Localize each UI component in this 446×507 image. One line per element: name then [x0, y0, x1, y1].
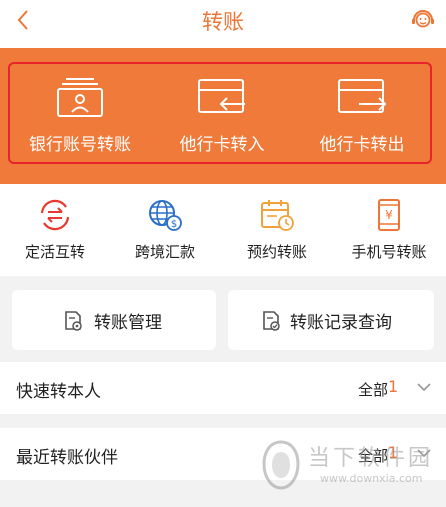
function-label: 定活互转: [24, 243, 85, 261]
phone-yen-icon: ¥: [378, 199, 400, 231]
account-card-icon: [57, 78, 103, 117]
scheduled-transfer-button[interactable]: 预约转账: [222, 184, 332, 276]
filter-label[interactable]: 全部: [358, 379, 388, 400]
card-transfer-out-icon: [338, 79, 387, 113]
banner-label: 银行账号转账: [29, 135, 131, 155]
svg-text:¥: ¥: [385, 208, 393, 222]
watermark: 当下软件园 www.downxia.com: [258, 438, 444, 494]
chevron-down-icon[interactable]: [416, 381, 432, 393]
fixed-current-exchange-button[interactable]: 定活互转: [0, 184, 110, 276]
count-badge: 1: [388, 377, 399, 396]
row-label: 最近转账伙伴: [16, 448, 118, 468]
customer-service-icon[interactable]: [410, 6, 436, 32]
card-label: 转账管理: [94, 313, 162, 333]
svg-text:$: $: [171, 219, 177, 230]
function-label: 手机号转账: [351, 243, 427, 261]
doc-check-icon: [263, 311, 280, 331]
card-transfer-in-icon: [198, 79, 245, 113]
card-label: 转账记录查询: [290, 313, 392, 333]
exchange-icon: [40, 199, 70, 231]
banner-label: 他行卡转出: [319, 135, 405, 155]
transfer-records-card[interactable]: 转账记录查询: [228, 290, 434, 350]
calendar-clock-icon: [261, 200, 294, 231]
doc-gear-icon: [65, 311, 82, 331]
transfer-manage-card[interactable]: 转账管理: [12, 290, 216, 350]
function-label: 跨境汇款: [134, 243, 195, 261]
watermark-logo-icon: [262, 440, 300, 490]
banner-label: 他行卡转入: [179, 135, 265, 155]
other-bank-out-button[interactable]: 他行卡转出: [292, 64, 432, 164]
top-bar: 转账: [0, 0, 446, 48]
transfer-banner: 银行账号转账 他行卡转入 他行卡转出: [0, 48, 446, 184]
page-title: 转账: [202, 10, 244, 34]
quick-self-transfer-row[interactable]: 快速转本人 全部 1: [0, 362, 446, 414]
globe-dollar-icon: $: [149, 200, 182, 231]
watermark-url: www.downxia.com: [320, 472, 423, 485]
other-bank-in-button[interactable]: 他行卡转入: [152, 64, 292, 164]
function-row: 定活互转 $ 跨境汇款 预约转账 ¥ 手机号转账: [0, 184, 446, 276]
highlight-box: 银行账号转账 他行卡转入 他行卡转出: [8, 62, 432, 164]
row-label: 快速转本人: [16, 382, 101, 402]
function-label: 预约转账: [246, 243, 307, 261]
bank-account-transfer-button[interactable]: 银行账号转账: [10, 64, 150, 164]
cross-border-remit-button[interactable]: $ 跨境汇款: [110, 184, 220, 276]
watermark-text: 当下软件园: [308, 446, 434, 471]
phone-transfer-button[interactable]: ¥ 手机号转账: [334, 184, 444, 276]
